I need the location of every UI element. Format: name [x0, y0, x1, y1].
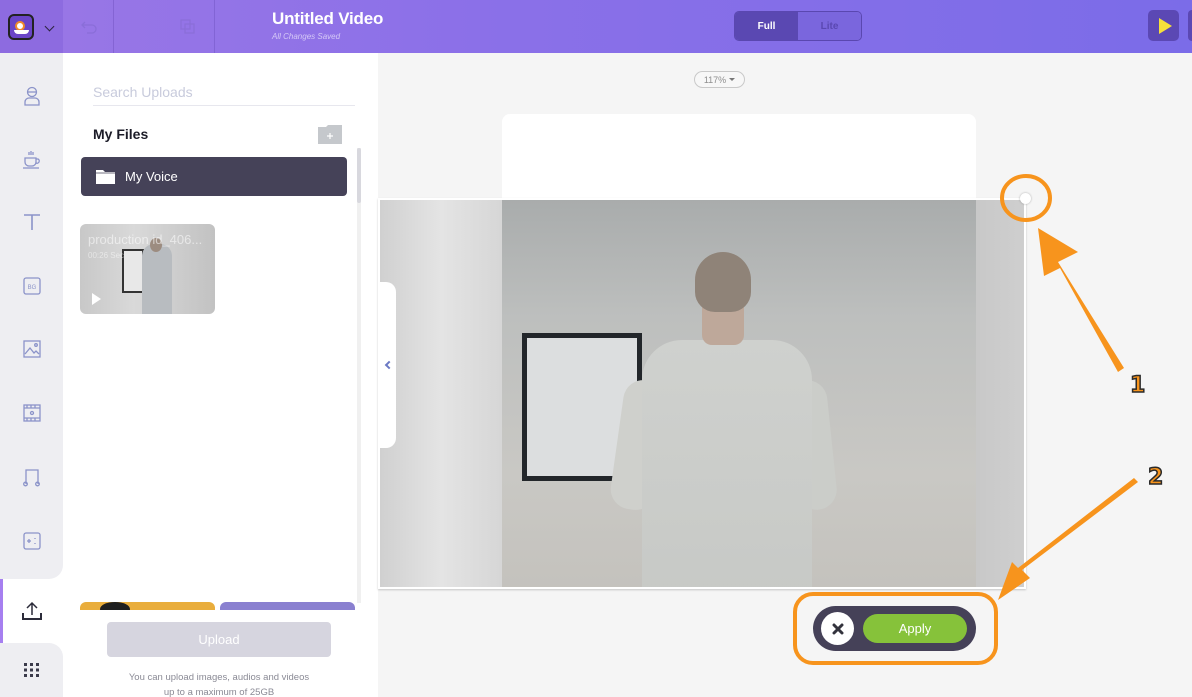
app-menu-button[interactable]	[0, 0, 63, 53]
video-editor: Untitled Video All Changes Saved Full Li…	[0, 0, 1192, 697]
upload-note-line: up to a maximum of 25GB	[163, 687, 275, 697]
upload-note-line: You can upload images, audios and videos	[128, 672, 310, 683]
search-uploads-input[interactable]	[93, 78, 355, 106]
cancel-crop-button[interactable]	[821, 612, 854, 645]
file-name: production id_406...	[88, 232, 203, 247]
apply-button[interactable]: Apply	[863, 614, 967, 643]
sparkle-icon	[22, 531, 41, 550]
divider	[113, 0, 114, 53]
project-title-block: Untitled Video All Changes Saved	[272, 9, 383, 41]
next-toolbar-button[interactable]	[1188, 10, 1192, 41]
app-mascot-logo-icon	[8, 13, 34, 40]
project-title[interactable]: Untitled Video	[272, 9, 383, 29]
sidebar-item-images[interactable]	[0, 317, 63, 380]
folder-item-my-voice[interactable]: My Voice	[81, 157, 347, 196]
resize-handle[interactable]	[1020, 193, 1031, 204]
mode-toggle: Full Lite	[734, 11, 862, 41]
annotation-number-2: 2	[1147, 464, 1164, 491]
grid-icon	[23, 663, 39, 677]
top-bar: Untitled Video All Changes Saved Full Li…	[0, 0, 1192, 53]
video-frame	[502, 200, 976, 587]
scrollbar-track[interactable]	[357, 148, 361, 603]
text-icon	[23, 213, 40, 230]
character-icon	[23, 86, 40, 106]
undo-button[interactable]	[63, 0, 114, 53]
upload-item-peek[interactable]	[80, 602, 215, 610]
preview-play-button[interactable]	[1148, 10, 1179, 41]
zoom-level-value: 117%	[703, 74, 727, 85]
sidebar-rail: BG	[0, 53, 63, 697]
undo-icon	[80, 21, 97, 34]
upload-button[interactable]: Upload	[107, 622, 331, 657]
svg-text:BG: BG	[27, 285, 36, 291]
duplicate-button[interactable]	[163, 0, 213, 53]
caret-down-icon	[729, 78, 736, 81]
bg-icon: BG	[22, 276, 41, 295]
sidebar-item-characters[interactable]	[0, 64, 63, 127]
chevron-down-icon	[44, 21, 55, 32]
mode-lite-button[interactable]: Lite	[798, 12, 861, 40]
annotation-arrow-1	[1038, 228, 1124, 372]
person-head-graphic	[695, 252, 751, 312]
play-icon[interactable]	[92, 293, 101, 305]
crop-outside-region	[380, 200, 502, 587]
upload-icon	[21, 601, 42, 620]
image-icon	[22, 339, 41, 358]
crop-outside-region	[976, 200, 1024, 587]
annotation-number-1: 1	[1129, 372, 1146, 399]
divider	[214, 0, 215, 53]
folder-label: My Voice	[125, 169, 178, 184]
folder-icon	[96, 170, 115, 184]
sidebar-item-uploads[interactable]	[0, 579, 63, 642]
my-files-heading: My Files	[93, 126, 149, 142]
close-icon	[832, 623, 843, 634]
music-icon	[22, 468, 40, 486]
sidebar-item-effects[interactable]	[0, 509, 63, 572]
file-duration: 00:26 Sec	[88, 251, 125, 260]
sidebar-item-text[interactable]	[0, 190, 63, 253]
save-status: All Changes Saved	[272, 32, 341, 41]
zoom-level-dropdown[interactable]: 117%	[694, 71, 745, 88]
mode-full-button[interactable]: Full	[735, 12, 798, 40]
duplicate-icon	[180, 18, 195, 34]
person-shirt-graphic	[642, 340, 812, 587]
sidebar-item-backgrounds[interactable]: BG	[0, 254, 63, 317]
new-folder-icon	[318, 125, 342, 144]
upload-limit-note: You can upload images, audios and videos…	[103, 670, 335, 697]
upload-item-peek[interactable]	[220, 602, 355, 610]
sidebar-item-more[interactable]	[0, 643, 63, 697]
upload-file-thumbnail[interactable]: production id_406... 00:26 Sec	[80, 224, 215, 314]
collapse-panel-button[interactable]	[378, 282, 396, 448]
video-crop-area[interactable]	[378, 198, 1026, 589]
scene-canvas[interactable]	[502, 114, 976, 204]
video-icon	[22, 403, 41, 422]
play-icon	[1158, 17, 1172, 34]
sidebar-item-videos[interactable]	[0, 381, 63, 444]
sidebar-item-music[interactable]	[0, 445, 63, 508]
scrollbar-thumb[interactable]	[357, 148, 361, 203]
coffee-cup-icon	[22, 150, 40, 169]
chevron-left-icon	[384, 360, 393, 370]
thumbnail-frame-graphic	[122, 249, 144, 293]
thumbnail-person-graphic	[142, 244, 172, 314]
new-folder-button[interactable]	[318, 124, 342, 144]
sidebar-item-properties[interactable]	[0, 127, 63, 190]
uploads-panel: My Files My Voice production id_406... 0…	[63, 53, 378, 697]
